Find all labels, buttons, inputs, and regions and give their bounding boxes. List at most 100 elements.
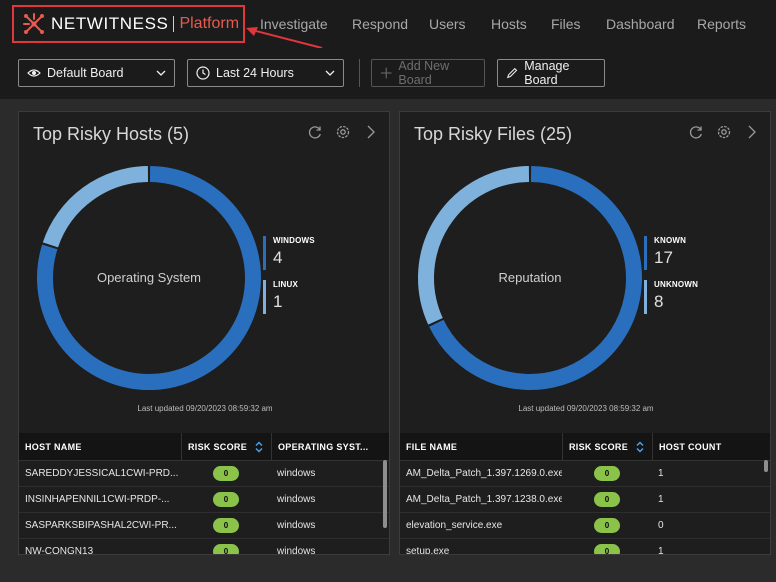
clock-icon: [196, 66, 210, 80]
nav-hosts[interactable]: Hosts: [491, 16, 527, 32]
add-new-board-label: Add New Board: [398, 59, 450, 87]
files-table: FILE NAME RISK SCORE HOST COUNT AM_Delta…: [400, 433, 770, 555]
donut-segment-unknown[interactable]: [418, 166, 530, 325]
legend-item-known[interactable]: KNOWN 17: [644, 236, 698, 276]
panel-title: Top Risky Files (25): [414, 124, 573, 144]
column-header-operating-system[interactable]: OPERATING SYST...: [271, 433, 389, 460]
risk-score-badge: 0: [594, 544, 620, 554]
dashboard-toolbar: Default Board Last 24 Hours Add New Boar…: [0, 48, 776, 99]
legend-count: 17: [654, 248, 673, 267]
gear-icon[interactable]: [335, 124, 351, 140]
file-name-cell[interactable]: AM_Delta_Patch_1.397.1238.0.exe: [400, 494, 562, 505]
table-row[interactable]: AM_Delta_Patch_1.397.1269.0.exe 0 1: [400, 461, 770, 487]
board-select[interactable]: Default Board: [18, 59, 175, 87]
brand-separator: [173, 16, 175, 32]
table-row[interactable]: setup.exe 0 1: [400, 539, 770, 555]
column-header-risk-score[interactable]: RISK SCORE: [181, 433, 271, 460]
risk-score-badge: 0: [213, 544, 239, 554]
legend-name: UNKNOWN: [654, 280, 699, 289]
risk-score-badge: 0: [594, 492, 620, 507]
legend-item-windows[interactable]: WINDOWS 4: [263, 236, 315, 276]
refresh-icon[interactable]: [688, 124, 704, 140]
refresh-icon[interactable]: [307, 124, 323, 140]
table-row[interactable]: AM_Delta_Patch_1.397.1238.0.exe 0 1: [400, 487, 770, 513]
netwitness-logo-icon: [23, 13, 44, 34]
time-range-select[interactable]: Last 24 Hours: [187, 59, 344, 87]
board-select-value: Default Board: [47, 66, 124, 80]
last-updated-text: Last updated 09/20/2023 08:59:32 am: [137, 404, 273, 413]
legend-count: 8: [654, 292, 664, 311]
column-header-file-name[interactable]: FILE NAME: [400, 433, 562, 460]
donut-legend: KNOWN 17 UNKNOWN 8: [644, 236, 698, 324]
os-cell: windows: [277, 494, 316, 505]
sort-icon: [636, 440, 644, 453]
table-row[interactable]: SASPARKSBIPASHAL2CWI-PR... 0 windows: [19, 513, 389, 539]
table-scrollbar[interactable]: [383, 460, 387, 528]
file-name-cell[interactable]: AM_Delta_Patch_1.397.1269.0.exe: [400, 468, 562, 479]
legend-item-linux[interactable]: LINUX 1: [263, 280, 315, 320]
table-scrollbar[interactable]: [764, 460, 768, 472]
host-name-cell[interactable]: NW-CQNGN13: [19, 546, 181, 554]
manage-board-button[interactable]: Manage Board: [497, 59, 605, 87]
os-cell: windows: [277, 546, 316, 555]
risk-score-badge: 0: [594, 466, 620, 481]
table-row[interactable]: NW-CQNGN13 0 windows: [19, 539, 389, 555]
legend-name: LINUX: [273, 280, 298, 289]
risk-score-badge: 0: [213, 518, 239, 533]
operating-system-donut: Operating System: [37, 166, 261, 390]
legend-swatch: [263, 236, 266, 270]
chevron-right-icon[interactable]: [363, 124, 379, 140]
chevron-right-icon[interactable]: [744, 124, 760, 140]
host-name-cell[interactable]: SAREDDYJESSICAL1CWI-PRD...: [19, 468, 181, 479]
reputation-donut: Reputation: [418, 166, 642, 390]
add-new-board-button[interactable]: Add New Board: [371, 59, 485, 87]
nav-reports[interactable]: Reports: [697, 16, 746, 32]
nav-files[interactable]: Files: [551, 16, 581, 32]
legend-item-unknown[interactable]: UNKNOWN 8: [644, 280, 698, 320]
top-risky-hosts-panel: Top Risky Hosts (5) Operating System WIN…: [18, 111, 390, 555]
legend-count: 4: [273, 248, 283, 267]
host-name-cell[interactable]: INSINHAPENNIL1CWI-PRDP-...: [19, 494, 181, 505]
legend-swatch: [644, 236, 647, 270]
eye-icon: [27, 69, 41, 77]
brand-name: NETWITNESS: [51, 14, 169, 33]
toolbar-divider: [359, 59, 360, 87]
column-header-label: RISK SCORE: [188, 441, 248, 452]
host-count-cell: 0: [658, 520, 664, 531]
gear-icon[interactable]: [716, 124, 732, 140]
donut-segment-linux[interactable]: [42, 166, 149, 248]
chevron-down-icon: [156, 70, 166, 76]
nav-users[interactable]: Users: [429, 16, 466, 32]
manage-board-label: Manage Board: [524, 59, 570, 87]
table-row[interactable]: SAREDDYJESSICAL1CWI-PRD... 0 windows: [19, 461, 389, 487]
chevron-down-icon: [325, 70, 335, 76]
host-count-cell: 1: [658, 546, 664, 555]
legend-swatch: [644, 280, 647, 314]
time-range-value: Last 24 Hours: [216, 66, 294, 80]
nav-dashboard[interactable]: Dashboard: [606, 16, 675, 32]
donut-center-label: Operating System: [97, 270, 201, 285]
nav-investigate[interactable]: Investigate: [260, 16, 328, 32]
file-name-cell[interactable]: setup.exe: [400, 546, 562, 554]
legend-count: 1: [273, 292, 283, 311]
column-header-host-name[interactable]: HOST NAME: [19, 433, 181, 460]
table-row[interactable]: INSINHAPENNIL1CWI-PRDP-... 0 windows: [19, 487, 389, 513]
brand-logo-link[interactable]: NETWITNESS Platform: [12, 5, 245, 43]
host-count-cell: 1: [658, 494, 664, 505]
host-name-cell[interactable]: SASPARKSBIPASHAL2CWI-PR...: [19, 520, 181, 531]
column-header-host-count[interactable]: HOST COUNT: [652, 433, 770, 460]
last-updated-text: Last updated 09/20/2023 08:59:32 am: [518, 404, 654, 413]
file-name-cell[interactable]: elevation_service.exe: [400, 520, 562, 531]
table-row[interactable]: elevation_service.exe 0 0: [400, 513, 770, 539]
risk-score-badge: 0: [213, 492, 239, 507]
legend-swatch: [263, 280, 266, 314]
column-header-risk-score[interactable]: RISK SCORE: [562, 433, 652, 460]
table-header: HOST NAME RISK SCORE OPERATING SYST...: [19, 433, 389, 461]
donut-center-label: Reputation: [499, 270, 562, 285]
host-count-cell: 1: [658, 468, 664, 479]
hosts-table: HOST NAME RISK SCORE OPERATING SYST... S…: [19, 433, 389, 555]
panel-title: Top Risky Hosts (5): [33, 124, 190, 144]
column-header-label: RISK SCORE: [569, 441, 629, 452]
sort-icon: [255, 440, 263, 453]
nav-respond[interactable]: Respond: [352, 16, 408, 32]
